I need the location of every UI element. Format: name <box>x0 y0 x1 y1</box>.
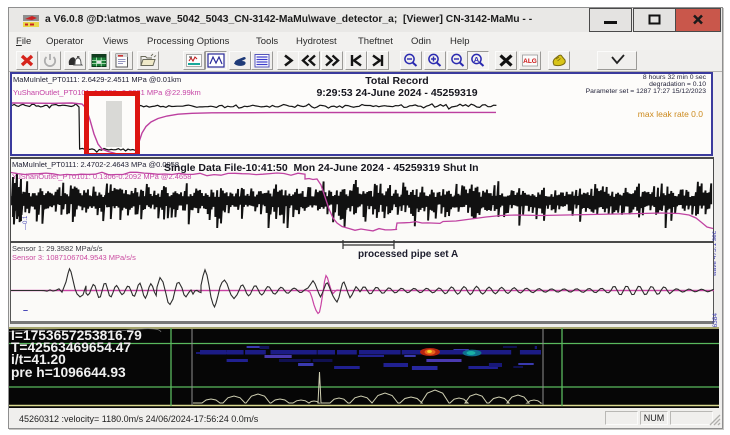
svg-text:ALG: ALG <box>523 58 537 65</box>
svg-text:A: A <box>474 55 480 64</box>
